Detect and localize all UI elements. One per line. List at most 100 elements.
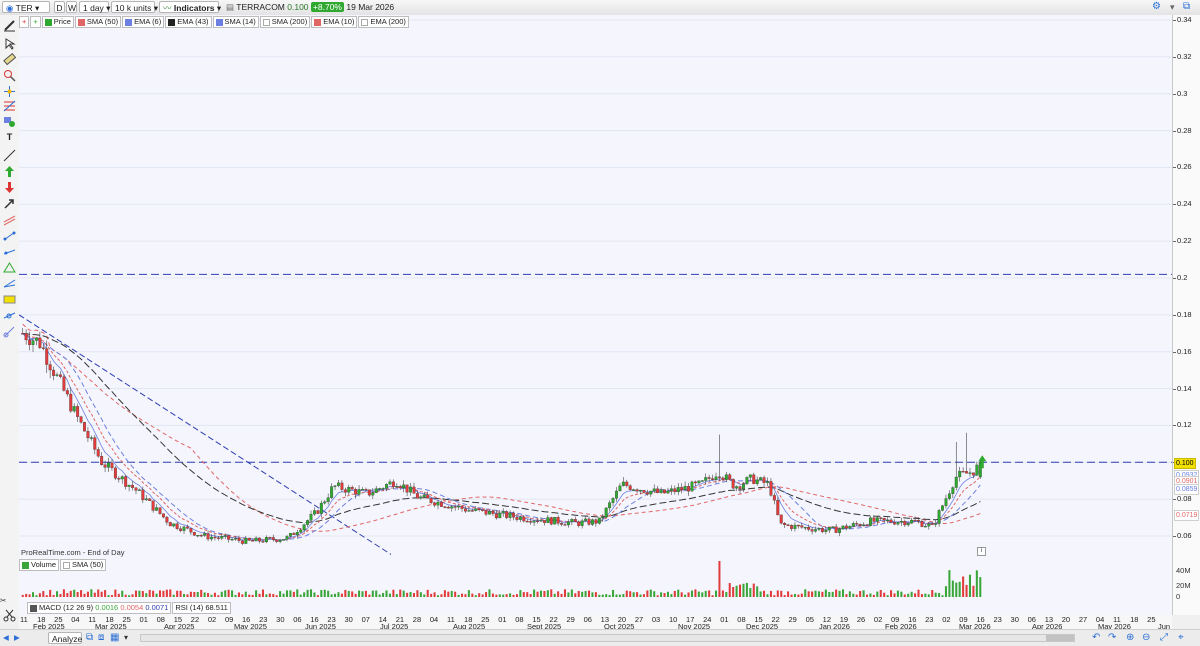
scissors-icon[interactable] — [3, 609, 16, 622]
triangle-tool-icon[interactable] — [3, 261, 16, 274]
zoom-in-icon[interactable]: ⊕ — [1126, 632, 1134, 643]
legend-volume-sma[interactable]: SMA (50) — [60, 559, 107, 571]
candle-body — [113, 467, 117, 479]
price-axis[interactable]: 0.34 0.32 0.3 0.28 0.26 0.24 0.22 0.2 0.18 0.16 0.… — [1172, 15, 1200, 615]
gann-tool-icon[interactable] — [3, 293, 16, 306]
ray-tool-icon[interactable] — [3, 245, 16, 258]
shapes-tool-icon[interactable] — [3, 115, 16, 128]
volume-bar — [423, 594, 426, 597]
undo-icon[interactable]: ↶ — [1092, 632, 1100, 643]
candle-body — [930, 523, 934, 525]
detach-icon[interactable]: ⧉ — [1183, 1, 1190, 13]
legend-sma50[interactable]: SMA (50) — [74, 16, 122, 28]
cursor-tool-icon[interactable] — [3, 19, 16, 32]
volume-bar — [835, 589, 838, 597]
nav-left-icon[interactable]: ◀ — [3, 633, 9, 642]
legend-volume[interactable]: Volume — [19, 559, 60, 571]
legend-macd[interactable]: MACD (12 26 9) 0.0016 0.0054 0.0071 — [27, 602, 172, 614]
fibonacci-tool-icon[interactable] — [3, 99, 16, 112]
crosshair-icon[interactable]: ⌖ — [1178, 632, 1184, 643]
zoom-out-icon[interactable]: ⊖ — [1142, 632, 1150, 643]
legend-add-icon[interactable]: + — [30, 16, 41, 28]
volume-bar — [268, 593, 271, 597]
legend-sma14[interactable]: SMA (14) — [212, 16, 259, 28]
trendline-tool-icon[interactable] — [3, 229, 16, 242]
candle — [343, 487, 347, 497]
volume-bar — [587, 590, 591, 597]
candle — [189, 528, 193, 536]
timeframe-select[interactable]: 1 day ▾ — [79, 1, 110, 13]
analyze-button[interactable]: Analyze — [48, 632, 82, 644]
channel-tool-icon[interactable] — [3, 213, 16, 226]
text-tool-icon[interactable]: T — [3, 131, 16, 144]
legend-close-icon[interactable]: + — [19, 16, 30, 28]
pitchfork-tool-icon[interactable] — [3, 277, 16, 290]
volume-bar — [570, 589, 573, 597]
measure-tool-icon[interactable] — [3, 325, 16, 338]
candle — [766, 477, 769, 487]
candle-body — [186, 526, 189, 529]
ticker-label: TER — [15, 3, 33, 13]
indicators-button[interactable]: 〰 Indicators ▾ — [159, 1, 221, 13]
ruler-tool-icon[interactable] — [3, 53, 16, 66]
candle-body — [642, 490, 646, 493]
line-tool-icon[interactable] — [3, 149, 16, 162]
volume-bar — [279, 591, 282, 597]
trade-icon[interactable]: ▦ — [110, 632, 119, 643]
ellipse-tool-icon[interactable] — [3, 309, 16, 322]
redo-icon[interactable]: ↷ — [1108, 632, 1116, 643]
volume-bar — [704, 590, 707, 597]
units-select[interactable]: 10 k units ▾ — [111, 1, 158, 13]
price-chart[interactable]: + + Price SMA (50) EMA (6) EMA (43) SMA … — [19, 15, 1172, 559]
indicator-panel[interactable]: MACD (12 26 9) 0.0016 0.0054 0.0071 RSI … — [19, 599, 1172, 616]
horizontal-scrollbar[interactable] — [140, 634, 1075, 642]
zoom-tool-icon[interactable] — [3, 69, 16, 82]
volume-bar — [591, 592, 594, 597]
period-w-button[interactable]: W — [66, 1, 77, 13]
date-axis[interactable]: 11 18 25 04 11 18 25 01 08 15 22 02 09 16 23 30 06 16 23 30… — [19, 615, 1172, 631]
legend-sma200-label: SMA (200) — [271, 17, 308, 26]
candle-body — [378, 488, 382, 490]
layout-icon[interactable]: ⧉ — [86, 632, 93, 643]
arrow-tool-icon[interactable] — [3, 197, 16, 210]
legend-ema10[interactable]: EMA (10) — [311, 16, 358, 28]
period-w-label: W — [68, 3, 77, 13]
candle-body — [587, 518, 591, 525]
arrow-down-tool-icon[interactable] — [3, 181, 16, 194]
ticker-selector[interactable]: ◉ TER ▾ — [2, 1, 50, 13]
volume-bar — [927, 594, 930, 597]
scrollbar-thumb[interactable] — [1046, 635, 1074, 641]
candle — [275, 539, 279, 544]
trend-line[interactable] — [19, 314, 392, 555]
legend-rsi[interactable]: RSI (14) 68.511 — [172, 602, 231, 614]
nav-right-icon[interactable]: ▶ — [14, 633, 20, 642]
candle-body — [635, 489, 639, 492]
legend-ema6[interactable]: EMA (6) — [122, 16, 165, 28]
legend-ema200[interactable]: EMA (200) — [358, 16, 409, 28]
candle-body — [371, 492, 375, 496]
candle-body — [920, 521, 924, 527]
candle-body — [652, 488, 656, 492]
legend-ema43[interactable]: EMA (43) — [165, 16, 212, 28]
candle-body — [412, 486, 416, 494]
pointer-tool-icon[interactable] — [3, 37, 16, 50]
candle-body — [803, 527, 807, 529]
fit-icon[interactable]: ⤢ — [1160, 632, 1168, 643]
candle — [663, 489, 666, 494]
collapse-panel-icon[interactable]: ✂ — [0, 596, 6, 605]
windows-icon[interactable]: ⧈ — [98, 632, 104, 643]
legend-sma200[interactable]: SMA (200) — [259, 16, 311, 28]
menu-icon[interactable]: ▾ — [1170, 1, 1175, 13]
crosshair-tool-icon[interactable] — [3, 85, 16, 98]
candle — [855, 520, 859, 527]
candle-body — [590, 519, 594, 525]
settings-icon[interactable]: ⚙ — [1152, 1, 1161, 13]
info-icon[interactable]: i — [977, 547, 986, 556]
indicator-menu-icon[interactable]: ▾ — [124, 633, 128, 642]
candle — [697, 480, 701, 484]
volume-bar — [313, 592, 316, 597]
period-d-button[interactable]: D — [54, 1, 65, 13]
volume-panel[interactable]: Volume SMA (50) — [19, 558, 1172, 600]
legend-price[interactable]: Price — [41, 16, 74, 28]
arrow-up-tool-icon[interactable] — [3, 165, 16, 178]
